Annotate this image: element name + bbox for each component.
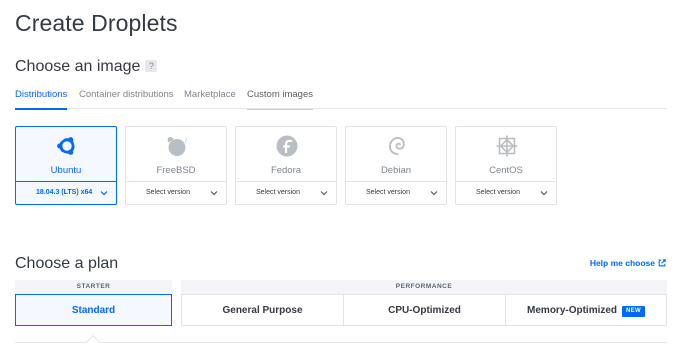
freebsd-icon — [167, 136, 187, 156]
plan-memory-optimized-label: Memory-Optimized — [527, 305, 618, 316]
plan-memory-optimized[interactable]: Memory-Optimized NEW — [505, 294, 667, 326]
help-me-choose-label: Help me choose — [589, 258, 655, 268]
chevron-down-icon[interactable] — [430, 189, 438, 197]
plan-group-performance: PERFORMANCE — [181, 280, 667, 294]
distro-name-fedora: Fedora — [270, 165, 302, 176]
plan-group-starter: STARTER — [15, 280, 172, 294]
image-section-title: Choose an image? — [15, 58, 158, 76]
distro-card-centos[interactable]: CentOS Select version — [455, 126, 557, 205]
centos-icon — [496, 135, 518, 157]
chevron-down-icon[interactable] — [100, 189, 108, 197]
plan-divider — [15, 342, 667, 343]
image-tabs: Distributions Container distributions Ma… — [15, 90, 667, 110]
selection-pointer — [85, 334, 101, 350]
distro-name-freebsd: FreeBSD — [156, 165, 196, 176]
distro-card-debian[interactable]: Debian Select version — [345, 126, 447, 205]
distro-name-centos: CentOS — [489, 165, 523, 176]
image-section-title-text: Choose an image — [15, 58, 141, 75]
plan-cpu-optimized[interactable]: CPU-Optimized — [343, 294, 506, 326]
tab-container-distributions[interactable]: Container distributions — [79, 90, 174, 109]
distro-card-freebsd[interactable]: FreeBSD Select version — [125, 126, 227, 205]
external-link-icon — [658, 259, 666, 267]
help-icon[interactable]: ? — [145, 60, 158, 72]
plan-section-title: Choose a plan — [15, 255, 119, 272]
debian-icon — [389, 137, 405, 155]
distro-name-debian: Debian — [380, 165, 412, 176]
fedora-icon — [276, 135, 298, 157]
tab-marketplace[interactable]: Marketplace — [184, 90, 236, 109]
tab-distributions[interactable]: Distributions — [15, 90, 68, 110]
plan-standard[interactable]: Standard — [15, 294, 172, 326]
distro-name-ubuntu: Ubuntu — [50, 165, 82, 176]
chevron-down-icon[interactable] — [210, 189, 218, 197]
plan-general-purpose[interactable]: General Purpose — [181, 294, 344, 326]
chevron-down-icon[interactable] — [540, 189, 548, 197]
chevron-down-icon[interactable] — [320, 189, 328, 197]
ubuntu-icon — [57, 137, 76, 155]
page-title: Create Droplets — [15, 10, 178, 36]
new-badge: NEW — [622, 306, 645, 317]
distro-card-fedora[interactable]: Fedora Select version — [235, 126, 337, 205]
help-me-choose-link[interactable]: Help me choose — [590, 258, 666, 268]
distro-card-ubuntu[interactable]: Ubuntu 18.04.3 (LTS) x64 — [15, 126, 117, 205]
tab-custom-images[interactable]: Custom images — [247, 90, 313, 110]
